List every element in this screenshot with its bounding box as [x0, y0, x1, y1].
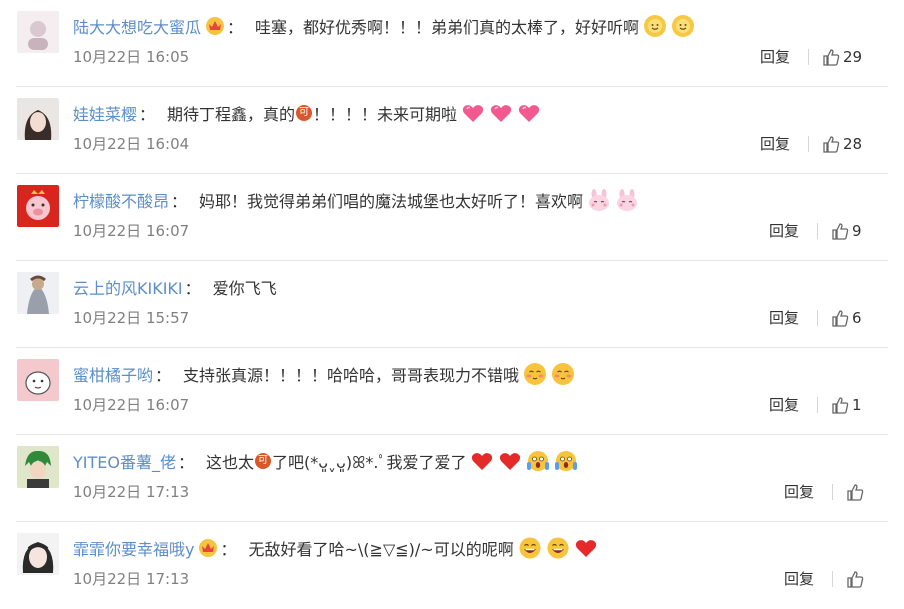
crown-badge-icon: [206, 17, 225, 35]
like-count: 6: [852, 309, 862, 327]
ke-emoji-badge: 可: [255, 453, 272, 469]
like-count: 1: [852, 396, 862, 414]
divider: [817, 310, 818, 326]
reply-button[interactable]: 回复: [784, 568, 814, 589]
username[interactable]: 霏霏你要幸福哦y: [73, 536, 194, 560]
avatar[interactable]: [17, 185, 59, 227]
bunny-emoji-icon: [589, 189, 610, 211]
thumbs-up-icon[interactable]: [845, 570, 865, 590]
timestamp: 10月22日 15:57: [73, 309, 190, 327]
separator-colon: ：: [171, 192, 188, 211]
divider: [808, 49, 809, 65]
timestamp: 10月22日 16:07: [73, 222, 190, 240]
username[interactable]: 蜜柑橘子哟: [73, 362, 153, 386]
thumbs-up-icon[interactable]: [821, 135, 841, 155]
username[interactable]: 云上的风KIKIKI: [73, 275, 183, 299]
comment-text: 哇塞，都好优秀啊！！！弟弟们真的太棒了，好好听啊: [255, 18, 640, 37]
thumbs-up-icon[interactable]: [830, 396, 850, 416]
heart-red-emoji-icon: [575, 540, 596, 557]
heart-pink-emoji-icon: [462, 105, 484, 122]
divider: [817, 397, 818, 413]
heart-pink-emoji-icon: [490, 105, 512, 122]
heart-red-emoji-icon: [472, 453, 493, 470]
timestamp: 10月22日 16:05: [73, 48, 190, 66]
comment-item: 柠檬酸不酸昂 ： 妈耶！我觉得弟弟们唱的魔法城堡也太好听了！喜欢啊 10月22日…: [0, 174, 904, 261]
avatar[interactable]: [17, 272, 59, 314]
timestamp: 10月22日 17:13: [73, 483, 190, 501]
separator-colon: ：: [227, 18, 244, 37]
comment-list: 陆大大想吃大蜜瓜 ： 哇塞，都好优秀啊！！！弟弟们真的太棒了，好好听啊 10月2…: [0, 0, 904, 602]
comment-text: 无敌好看了哈~\(≧▽≦)/~可以的呢啊: [248, 540, 514, 559]
username[interactable]: 娃娃菜樱: [73, 101, 137, 125]
like-count: 29: [843, 48, 863, 66]
timestamp: 10月22日 16:07: [73, 396, 190, 414]
comment-text: 支持张真源！！！！哈哈哈，哥哥表现力不错哦: [183, 366, 520, 385]
bunny-emoji-icon: [617, 189, 638, 211]
shy-face-emoji-icon: [552, 363, 575, 385]
divider: [808, 136, 809, 152]
comment-text: ！！！！未来可期啦: [313, 105, 458, 124]
heart-red-emoji-icon: [500, 453, 521, 470]
heart-pink-emoji-icon: [518, 105, 540, 122]
ke-emoji-badge: 可: [296, 105, 313, 121]
avatar[interactable]: [17, 533, 59, 575]
comment-text: 了吧(*ᴗ͈ˬᴗ͈)ꕤ*.ﾟ我爱了爱了: [272, 453, 467, 472]
reply-button[interactable]: 回复: [769, 220, 799, 241]
sun-face-emoji-icon: [644, 15, 667, 37]
avatar[interactable]: [17, 11, 59, 53]
thumbs-up-icon[interactable]: [830, 222, 850, 242]
avatar[interactable]: [17, 446, 59, 488]
reply-button[interactable]: 回复: [769, 394, 799, 415]
comment-item: YITEO番薯_佬 ： 这也太 可 了吧(*ᴗ͈ˬᴗ͈)ꕤ*.ﾟ我爱了爱了 10…: [0, 435, 904, 522]
comment-item: 蜜柑橘子哟 ： 支持张真源！！！！哈哈哈，哥哥表现力不错哦 10月22日 16:…: [0, 348, 904, 435]
divider: [832, 571, 833, 587]
separator-colon: ：: [139, 105, 156, 124]
comment-text: 爱你飞飞: [212, 279, 277, 298]
grin-emoji-icon: [547, 537, 569, 559]
thumbs-up-icon[interactable]: [830, 309, 850, 329]
crown-badge-icon: [199, 539, 218, 557]
thumbs-up-icon[interactable]: [845, 483, 865, 503]
reply-button[interactable]: 回复: [784, 481, 814, 502]
comment-item: 霏霏你要幸福哦y ： 无敌好看了哈~\(≧▽≦)/~可以的呢啊 10月22日 1…: [0, 522, 904, 609]
comment-item: 娃娃菜樱 ： 期待丁程鑫，真的 可 ！！！！未来可期啦 10月22日 16:04…: [0, 87, 904, 174]
avatar[interactable]: [17, 359, 59, 401]
scream-emoji-icon: [527, 451, 550, 471]
separator-colon: ：: [220, 540, 237, 559]
comment-text: 期待丁程鑫，真的: [167, 105, 296, 124]
grin-emoji-icon: [519, 537, 541, 559]
comment-text: 妈耶！我觉得弟弟们唱的魔法城堡也太好听了！喜欢啊: [199, 192, 584, 211]
reply-button[interactable]: 回复: [760, 133, 790, 154]
username[interactable]: YITEO番薯_佬: [73, 449, 176, 473]
divider: [832, 484, 833, 500]
divider: [817, 223, 818, 239]
separator-colon: ：: [177, 453, 194, 472]
reply-button[interactable]: 回复: [760, 46, 790, 67]
comment-item: 陆大大想吃大蜜瓜 ： 哇塞，都好优秀啊！！！弟弟们真的太棒了，好好听啊 10月2…: [0, 0, 904, 87]
separator-colon: ：: [155, 366, 172, 385]
like-count: 9: [852, 222, 862, 240]
shy-face-emoji-icon: [524, 363, 547, 385]
thumbs-up-icon[interactable]: [821, 48, 841, 68]
timestamp: 10月22日 17:13: [73, 570, 190, 588]
timestamp: 10月22日 16:04: [73, 135, 190, 153]
comment-text: 这也太: [206, 453, 255, 472]
separator-colon: ：: [184, 279, 201, 298]
comment-item: 云上的风KIKIKI ： 爱你飞飞 10月22日 15:57 回复 6: [0, 261, 904, 348]
sun-face-emoji-icon: [672, 15, 695, 37]
username[interactable]: 柠檬酸不酸昂: [73, 188, 169, 212]
scream-emoji-icon: [555, 451, 578, 471]
avatar[interactable]: [17, 98, 59, 140]
reply-button[interactable]: 回复: [769, 307, 799, 328]
like-count: 28: [843, 135, 863, 153]
username[interactable]: 陆大大想吃大蜜瓜: [73, 14, 201, 38]
